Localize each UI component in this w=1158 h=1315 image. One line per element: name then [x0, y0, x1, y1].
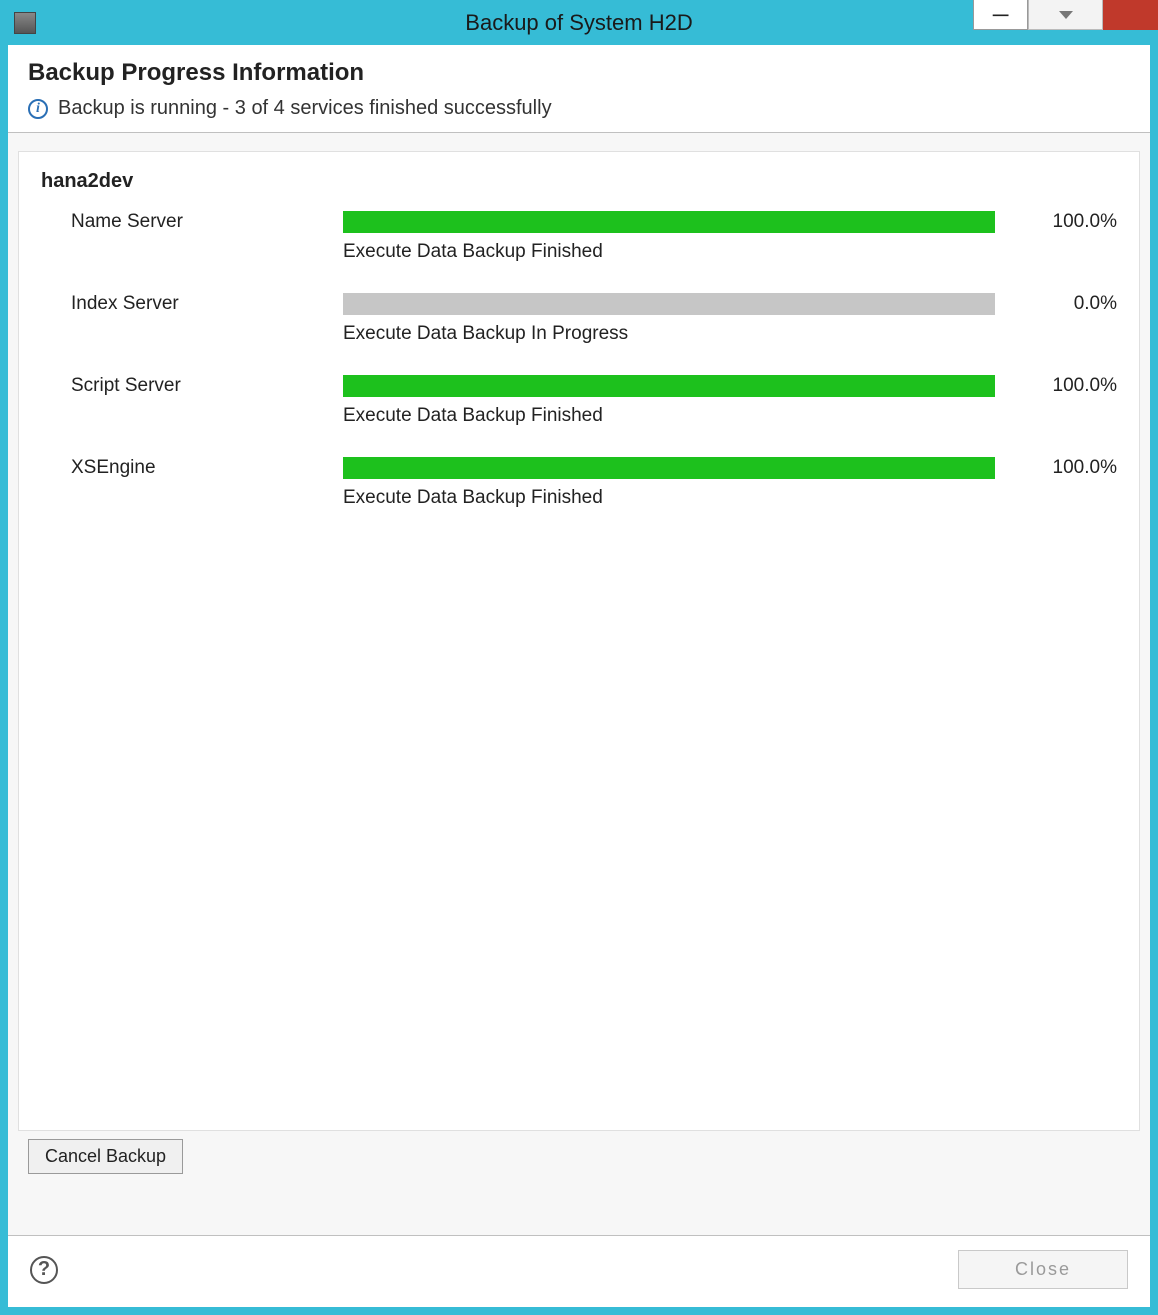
progress-area: hana2dev Name Server Execute Data Backup … [8, 133, 1150, 1235]
close-window-button[interactable] [1103, 0, 1158, 30]
progress-cell: Execute Data Backup Finished [343, 457, 995, 509]
service-row: Index Server Execute Data Backup In Progr… [41, 293, 1117, 345]
cancel-backup-button[interactable]: Cancel Backup [28, 1139, 183, 1174]
service-status: Execute Data Backup In Progress [343, 323, 995, 345]
close-button[interactable]: Close [958, 1250, 1128, 1289]
service-percent: 100.0% [1007, 211, 1117, 233]
service-row: XSEngine Execute Data Backup Finished 100.… [41, 457, 1117, 509]
service-percent: 0.0% [1007, 293, 1117, 315]
window-controls: ─ [973, 0, 1158, 30]
service-name: XSEngine [41, 457, 331, 479]
progress-cell: Execute Data Backup Finished [343, 211, 995, 263]
progress-bar [343, 457, 995, 479]
dialog-header: Backup Progress Information i Backup is … [8, 45, 1150, 133]
page-title: Backup Progress Information [28, 59, 1130, 87]
services-list: Name Server Execute Data Backup Finished 1… [41, 211, 1117, 509]
progress-bar-fill [343, 211, 995, 233]
titlebar[interactable]: Backup of System H2D ─ [0, 0, 1158, 45]
cancel-area: Cancel Backup [18, 1131, 1140, 1186]
status-text: Backup is running - 3 of 4 services fini… [58, 97, 552, 120]
info-icon: i [28, 99, 48, 119]
progress-panel: hana2dev Name Server Execute Data Backup … [18, 151, 1140, 1131]
minimize-button[interactable]: ─ [973, 0, 1028, 30]
service-percent: 100.0% [1007, 375, 1117, 397]
dialog-footer: ? Close [8, 1235, 1150, 1307]
progress-cell: Execute Data Backup Finished [343, 375, 995, 427]
service-name: Script Server [41, 375, 331, 397]
status-line: i Backup is running - 3 of 4 services fi… [28, 97, 1130, 120]
service-percent: 100.0% [1007, 457, 1117, 479]
service-name: Index Server [41, 293, 331, 315]
window-icon [14, 12, 36, 34]
service-status: Execute Data Backup Finished [343, 487, 995, 509]
progress-cell: Execute Data Backup In Progress [343, 293, 995, 345]
progress-bar [343, 211, 995, 233]
service-row: Name Server Execute Data Backup Finished 1… [41, 211, 1117, 263]
progress-bar [343, 293, 995, 315]
service-row: Script Server Execute Data Backup Finishe… [41, 375, 1117, 427]
service-status: Execute Data Backup Finished [343, 405, 995, 427]
chevron-down-icon [1059, 11, 1073, 19]
service-status: Execute Data Backup Finished [343, 241, 995, 263]
dropdown-control[interactable] [1028, 0, 1103, 30]
help-icon[interactable]: ? [30, 1256, 58, 1284]
host-name: hana2dev [41, 170, 1117, 193]
progress-bar [343, 375, 995, 397]
dialog-body: Backup Progress Information i Backup is … [8, 45, 1150, 1307]
progress-bar-fill [343, 457, 995, 479]
service-name: Name Server [41, 211, 331, 233]
progress-bar-fill [343, 375, 995, 397]
